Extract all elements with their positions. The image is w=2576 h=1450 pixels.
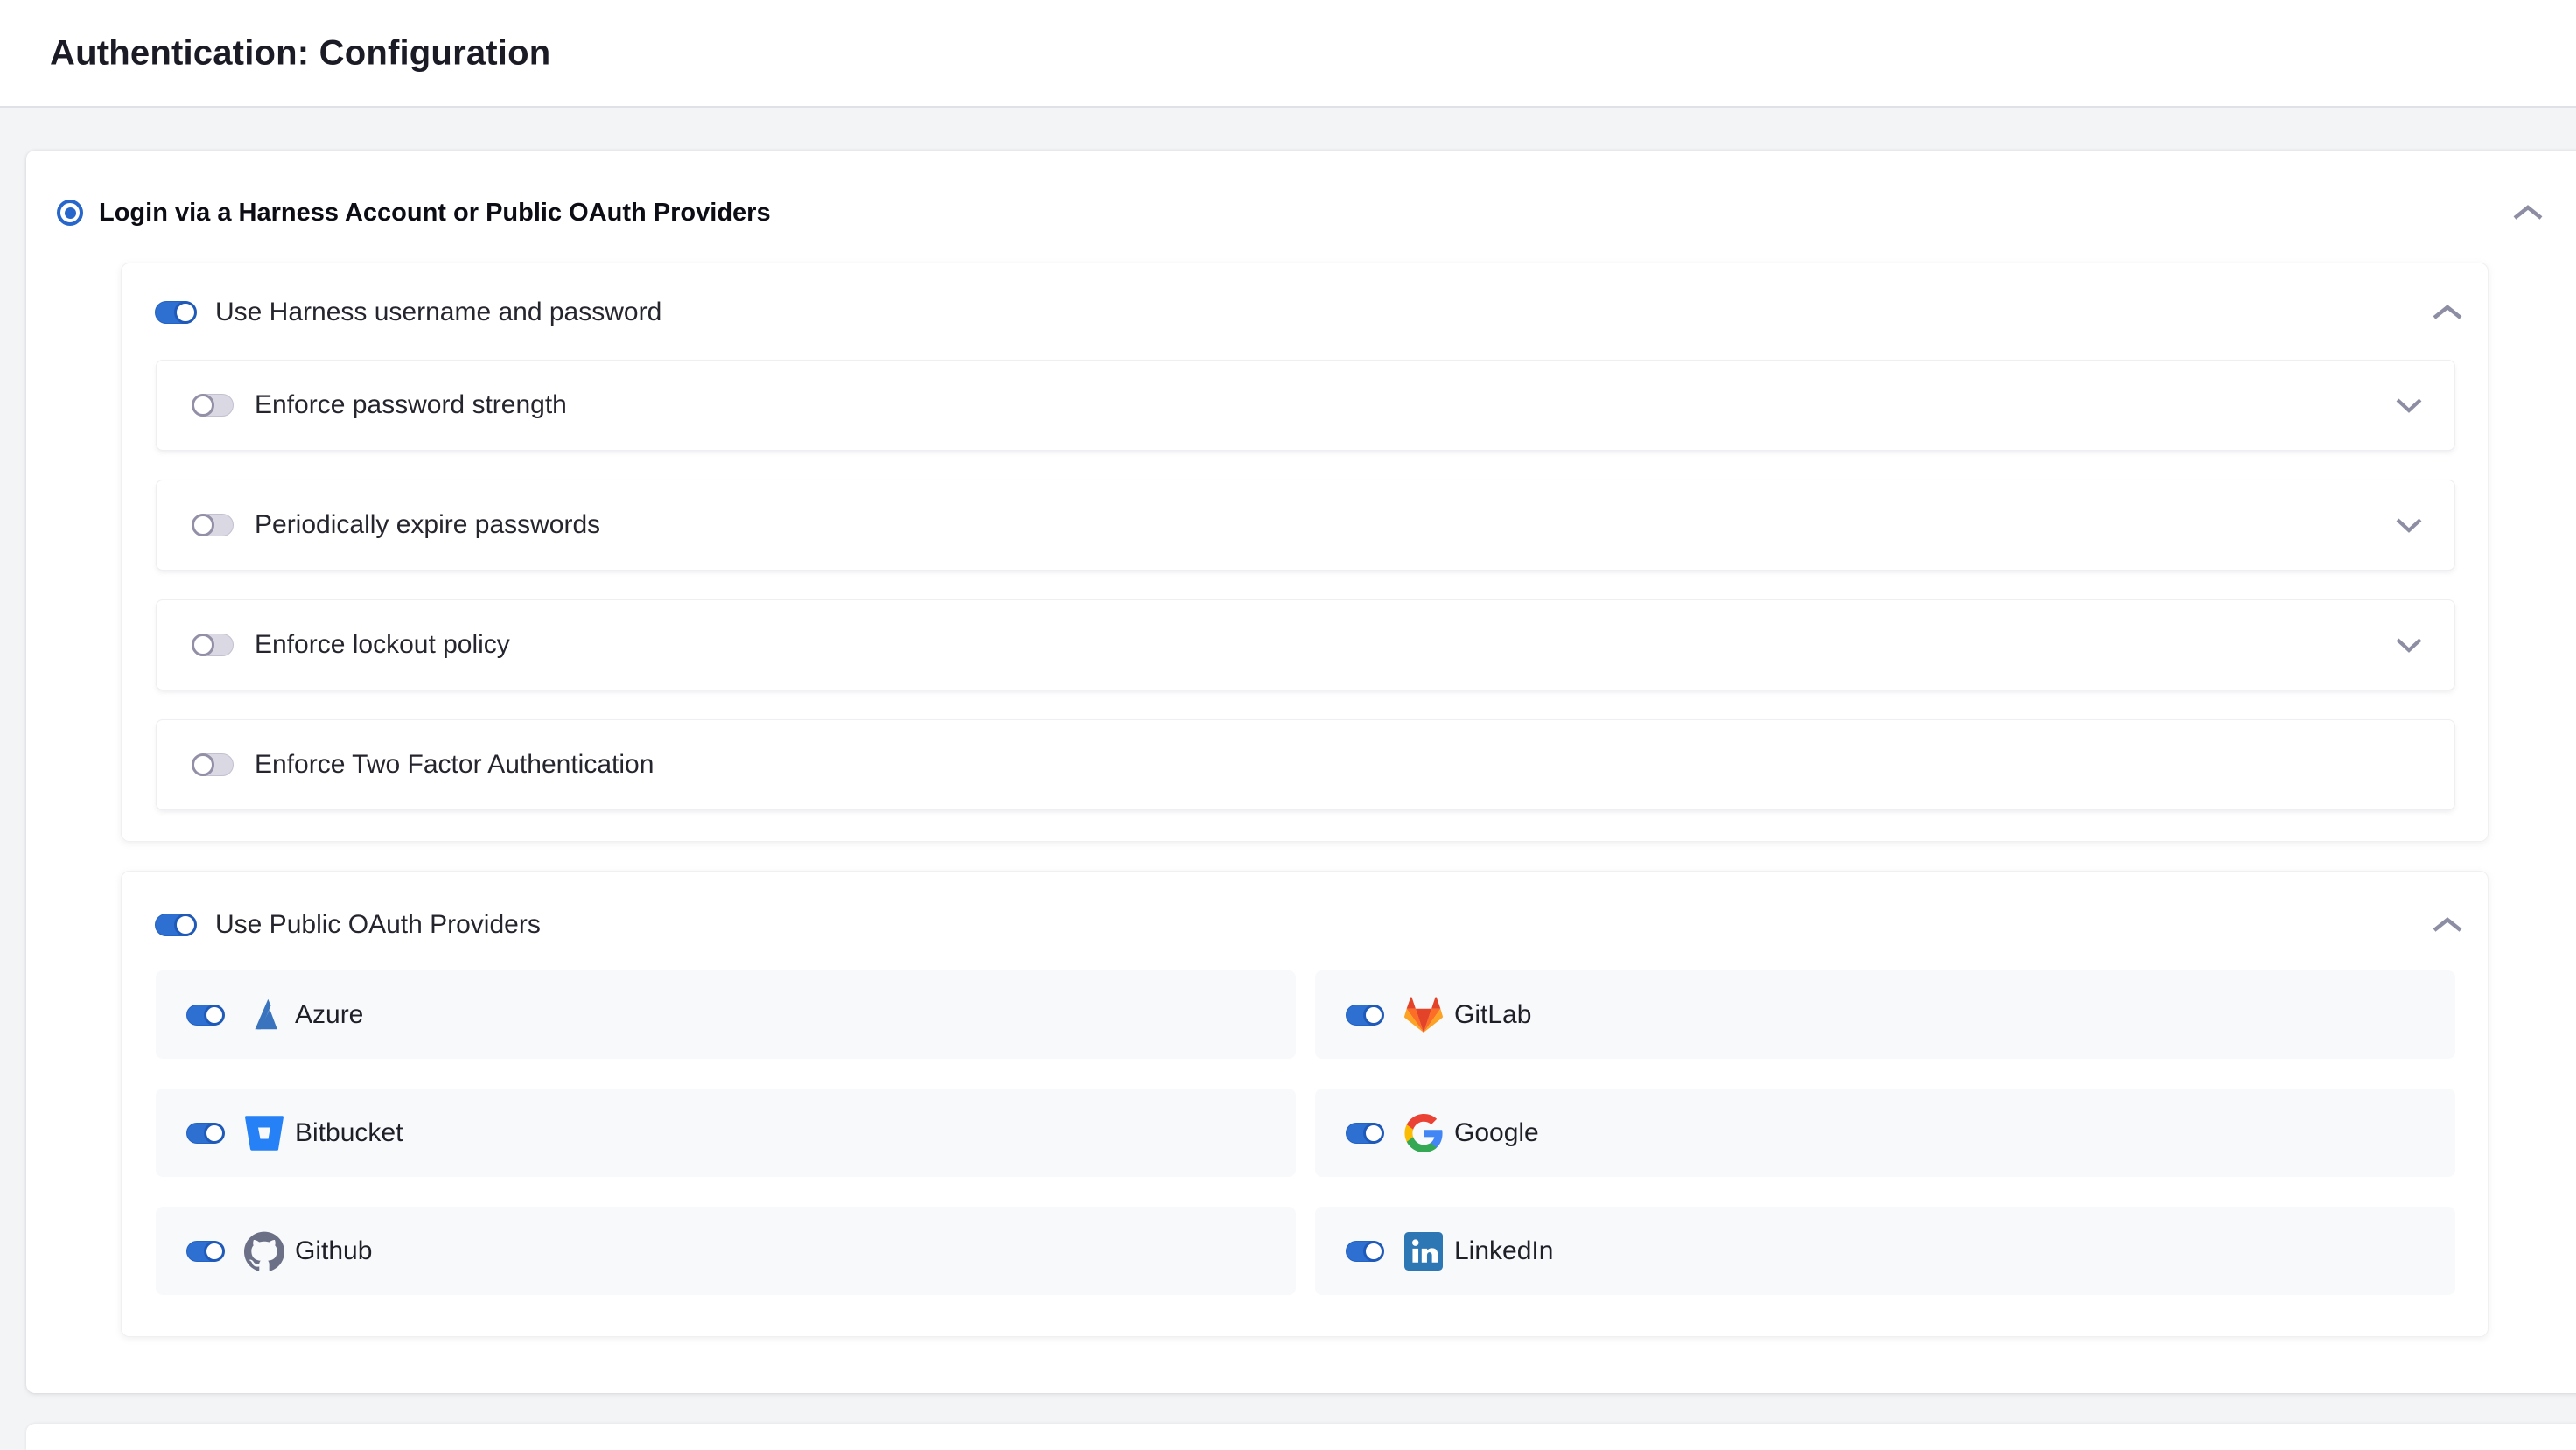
azure-icon [243,994,285,1036]
provider-row-google: Google [1315,1089,2455,1177]
provider-label: Github [295,1236,372,1266]
toggle-knob [204,1241,225,1262]
harness-credentials-header: Use Harness username and password [155,288,2463,337]
radio-dot [65,207,76,219]
harness-credentials-card: Use Harness username and password Enforc… [121,263,2488,842]
chevron-down-icon[interactable] [2395,517,2423,533]
toggle-knob [192,634,214,656]
toggle-knob [1363,1241,1384,1262]
toggle-knob [174,301,197,324]
toggle-knob [1363,1005,1384,1026]
chevron-down-icon[interactable] [2395,637,2423,653]
section-header-login-method: Login via a Harness Account or Public OA… [57,186,2576,240]
auth-method-card: Login via a Harness Account or Public OA… [26,151,2576,1393]
gitlab-toggle[interactable] [1346,1005,1383,1026]
lockout-policy-toggle[interactable] [192,634,234,656]
google-toggle[interactable] [1346,1123,1383,1144]
provider-label: Google [1454,1118,1539,1148]
row-lockout-policy: Enforce lockout policy [156,599,2455,690]
provider-label: GitLab [1454,1000,1531,1030]
row-two-factor-auth: Enforce Two Factor Authentication [156,719,2455,810]
option-label: Enforce lockout policy [255,630,510,660]
provider-row-github: Github [156,1207,1296,1295]
oauth-provider-grid: Azure GitLab [156,970,2455,1295]
chevron-up-icon[interactable] [2512,204,2544,221]
use-oauth-toggle[interactable] [155,914,196,936]
toggle-knob [1363,1123,1384,1144]
option-label: Enforce Two Factor Authentication [255,750,654,780]
row-enforce-password-strength: Enforce password strength [156,360,2455,451]
toggle-knob [192,514,214,536]
use-harness-toggle[interactable] [155,301,196,324]
google-icon [1403,1112,1445,1154]
password-strength-toggle[interactable] [192,394,234,417]
provider-row-bitbucket: Bitbucket [156,1089,1296,1177]
github-icon [243,1230,285,1272]
gitlab-icon [1403,994,1445,1036]
oauth-providers-label: Use Public OAuth Providers [215,910,541,940]
expire-passwords-toggle[interactable] [192,514,234,536]
linkedin-icon [1403,1230,1445,1272]
linkedin-toggle[interactable] [1346,1241,1383,1262]
provider-row-linkedin: LinkedIn [1315,1207,2455,1295]
provider-label: Azure [295,1000,363,1030]
chevron-up-icon[interactable] [2432,916,2463,934]
oauth-providers-header: Use Public OAuth Providers [155,900,2463,949]
oauth-providers-card: Use Public OAuth Providers Azure [121,871,2488,1337]
login-method-radio[interactable] [57,200,83,226]
row-expire-passwords: Periodically expire passwords [156,480,2455,571]
password-policy-rows: Enforce password strength Periodically e… [156,360,2455,839]
page-header: Authentication: Configuration [0,0,2576,108]
toggle-knob [204,1005,225,1026]
toggle-knob [174,914,197,936]
provider-row-gitlab: GitLab [1315,970,2455,1059]
toggle-knob [204,1123,225,1144]
page-title: Authentication: Configuration [50,33,550,73]
chevron-up-icon[interactable] [2432,304,2463,321]
bitbucket-toggle[interactable] [186,1123,224,1144]
toggle-knob [192,753,214,776]
option-label: Enforce password strength [255,390,567,420]
provider-row-azure: Azure [156,970,1296,1059]
harness-credentials-label: Use Harness username and password [215,298,662,327]
provider-label: LinkedIn [1454,1236,1553,1266]
two-factor-toggle[interactable] [192,753,234,776]
toggle-knob [192,394,214,417]
github-toggle[interactable] [186,1241,224,1262]
azure-toggle[interactable] [186,1005,224,1026]
provider-label: Bitbucket [295,1118,402,1148]
option-label: Periodically expire passwords [255,510,600,540]
section-title: Login via a Harness Account or Public OA… [99,199,771,228]
chevron-down-icon[interactable] [2395,397,2423,413]
bitbucket-icon [243,1112,285,1154]
